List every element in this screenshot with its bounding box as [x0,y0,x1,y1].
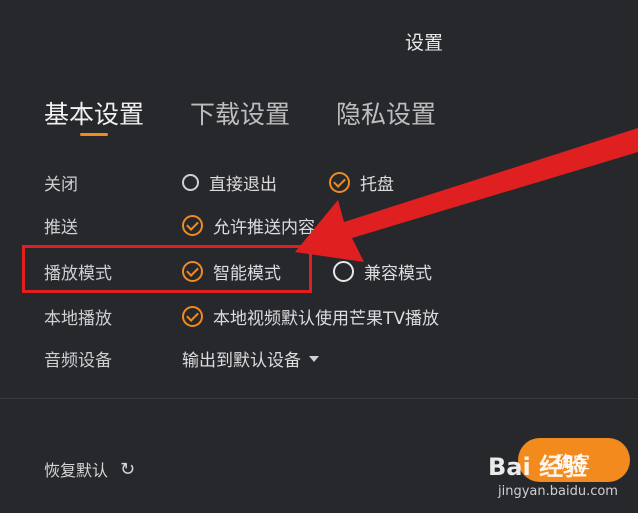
baidu-watermark-logo: Bai 经验 [488,453,588,481]
baidu-watermark-url: jingyan.baidu.com [498,484,618,499]
annotation-arrow-icon [295,128,638,262]
